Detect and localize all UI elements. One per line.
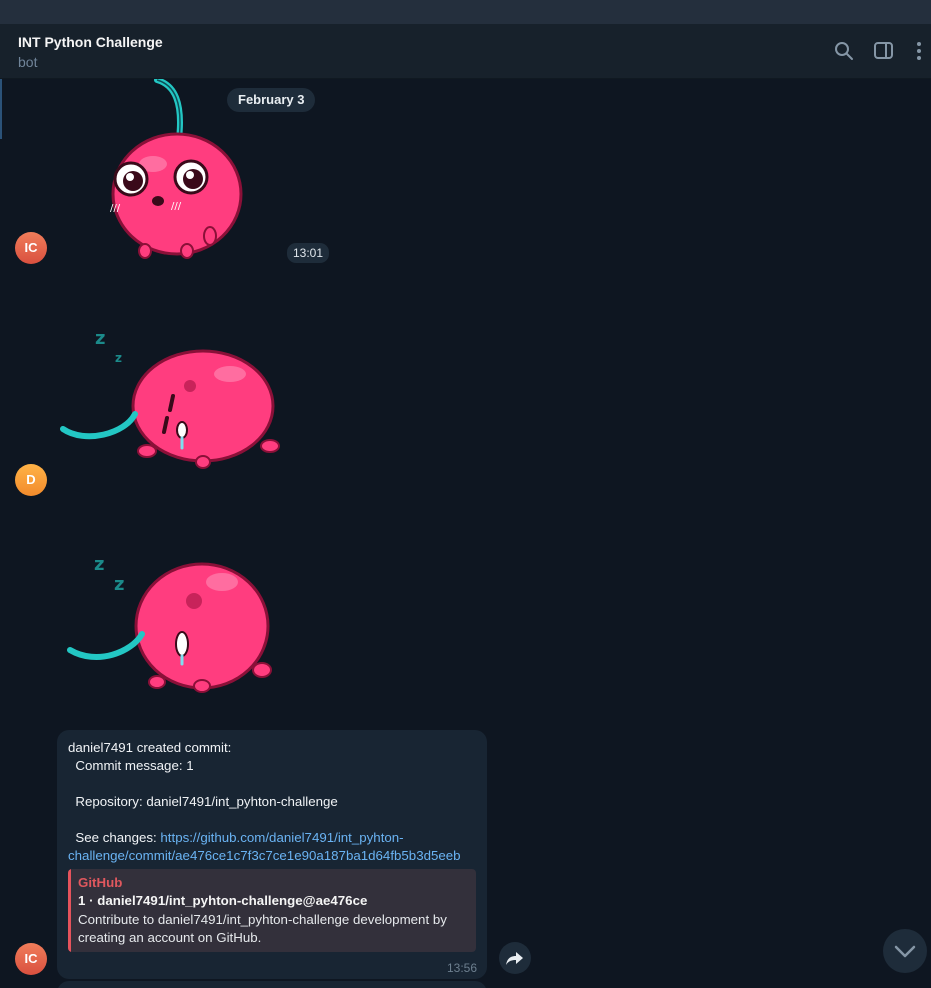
chevron-down-icon xyxy=(894,945,916,958)
more-vertical-icon[interactable] xyxy=(908,40,930,62)
forward-button[interactable] xyxy=(499,942,531,974)
svg-text:z: z xyxy=(114,574,124,595)
svg-text:z: z xyxy=(94,554,104,575)
preview-site-name: GitHub xyxy=(78,875,123,890)
message-time: 13:01 xyxy=(287,243,330,263)
selection-indicator xyxy=(0,79,2,139)
avatar[interactable]: D xyxy=(15,464,47,496)
forward-icon xyxy=(506,952,523,965)
cherry-surprised-sticker[interactable]: /// /// xyxy=(95,79,255,264)
svg-text:z: z xyxy=(95,328,105,349)
svg-text:///: /// xyxy=(110,203,121,214)
scroll-to-bottom-button[interactable] xyxy=(883,929,927,973)
window-top-strip xyxy=(0,0,931,24)
chat-title[interactable]: INT Python Challenge xyxy=(18,34,163,50)
cherry-sleeping-sticker[interactable]: z z xyxy=(55,324,285,469)
message-list[interactable]: February 3 /// /// 13:01 IC z z D z z da… xyxy=(0,79,931,988)
message-text: daniel7491 created commit: Commit messag… xyxy=(68,739,478,865)
link-preview[interactable]: GitHub 1 · daniel7491/int_pyhton-challen… xyxy=(68,869,476,952)
sidebar-toggle-icon[interactable] xyxy=(873,40,895,62)
message-time: 13:56 xyxy=(446,961,477,975)
preview-accent-bar xyxy=(68,869,71,952)
avatar[interactable]: IC xyxy=(15,943,47,975)
search-icon[interactable] xyxy=(833,40,855,62)
preview-description: Contribute to daniel7491/int_pyhton-chal… xyxy=(78,912,447,945)
next-message-bubble[interactable] xyxy=(57,981,487,988)
avatar[interactable]: IC xyxy=(15,232,47,264)
svg-text:///: /// xyxy=(171,201,182,212)
cherry-sleeping-sticker[interactable]: z z xyxy=(62,554,282,694)
chat-header[interactable]: INT Python Challenge bot xyxy=(0,24,931,79)
preview-title: 1 · daniel7491/int_pyhton-challenge@ae47… xyxy=(78,893,368,908)
svg-text:z: z xyxy=(115,351,122,365)
chat-status: bot xyxy=(18,54,38,70)
message-bubble[interactable]: daniel7491 created commit: Commit messag… xyxy=(57,730,487,979)
